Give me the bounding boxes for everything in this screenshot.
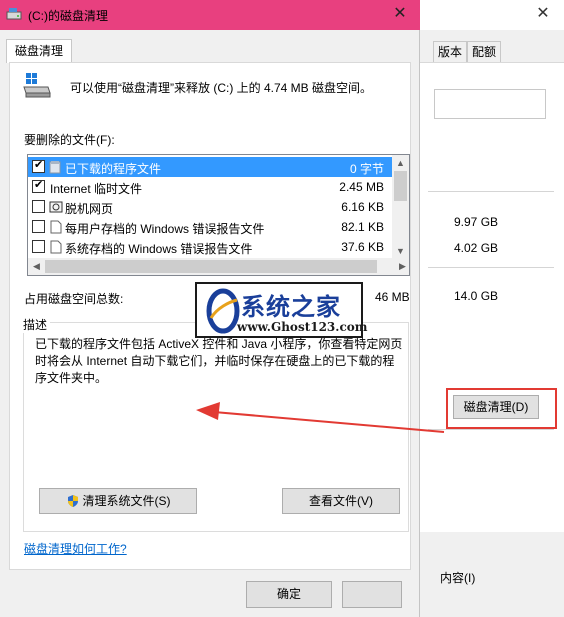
annotation-arrow: [196, 402, 445, 433]
